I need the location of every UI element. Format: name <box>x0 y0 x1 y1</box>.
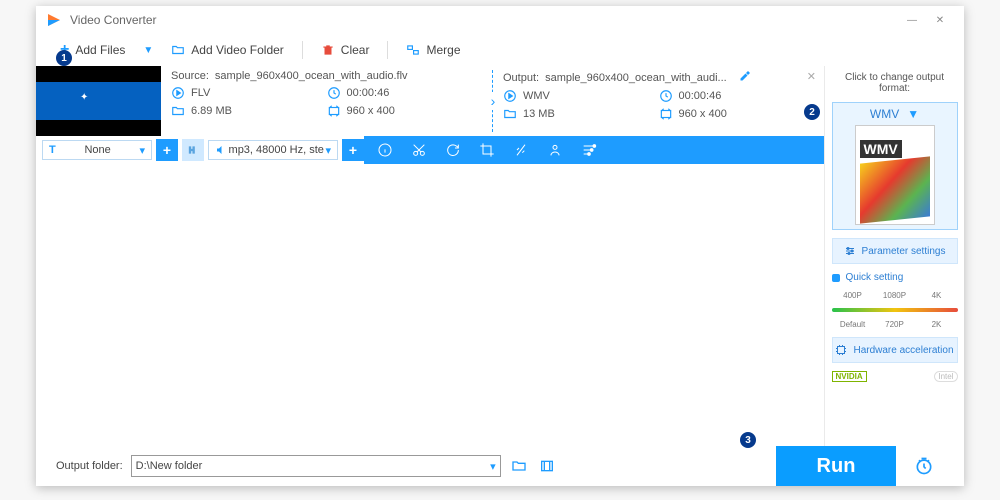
output-folder-label: Output folder: <box>56 460 123 472</box>
crop-icon[interactable] <box>478 141 496 159</box>
source-info: Source: sample_960x400_ocean_with_audio.… <box>161 66 492 136</box>
output-format-selector[interactable]: WMV ▼ WMV <box>832 102 958 230</box>
format-value: WMV <box>870 107 899 121</box>
subtitle-select[interactable]: T None ▾ <box>42 140 152 160</box>
src-format: FLV <box>191 87 210 99</box>
out-resolution: 960 x 400 <box>679 108 727 120</box>
edit-output-name-icon[interactable] <box>739 70 751 85</box>
src-size: 6.89 MB <box>191 105 232 117</box>
output-label: Output: <box>503 72 539 84</box>
callout-1: 1 <box>56 50 72 66</box>
app-window: 1 2 3 Video Converter — ✕ + Add Files ▼ … <box>36 6 964 486</box>
subtitle-value: None <box>84 144 110 156</box>
parameter-settings-button[interactable]: Parameter settings <box>832 238 958 264</box>
add-files-dropdown[interactable]: ▼ <box>139 45 157 56</box>
quick-setting-slider[interactable] <box>832 308 958 312</box>
hw-label: Hardware acceleration <box>853 345 953 356</box>
main-toolbar: + Add Files ▼ Add Video Folder Clear Mer… <box>36 34 964 66</box>
out-format: WMV <box>523 90 550 102</box>
src-duration: 00:00:46 <box>347 87 390 99</box>
nvidia-badge: NVIDIA <box>832 371 867 382</box>
out-size: 13 MB <box>523 108 555 120</box>
intel-badge: Intel <box>934 371 957 382</box>
remove-clip-button[interactable]: ✕ <box>807 70 816 83</box>
run-button[interactable]: Run <box>776 446 896 486</box>
window-minimize[interactable]: — <box>898 10 926 30</box>
gpu-row: NVIDIA Intel <box>832 371 958 382</box>
output-folder-field[interactable]: D:\New folder ▾ <box>131 455 501 477</box>
open-output-button[interactable] <box>537 456 557 476</box>
add-folder-button[interactable]: Add Video Folder <box>167 41 288 59</box>
title-bar: Video Converter — ✕ <box>36 6 964 34</box>
right-sidebar: Click to change output format: WMV ▼ WMV… <box>824 66 964 446</box>
adjust-icon[interactable] <box>580 141 598 159</box>
add-folder-label: Add Video Folder <box>191 43 284 57</box>
bottom-bar: Output folder: D:\New folder ▾ Run <box>36 446 964 486</box>
browse-folder-button[interactable] <box>509 456 529 476</box>
out-duration: 00:00:46 <box>679 90 722 102</box>
run-label: Run <box>817 455 856 478</box>
src-resolution: 960 x 400 <box>347 105 395 117</box>
source-filename: sample_960x400_ocean_with_audio.flv <box>215 70 408 82</box>
rotate-icon[interactable] <box>444 141 462 159</box>
format-heading: Click to change output format: <box>829 72 960 94</box>
watermark-icon[interactable] <box>546 141 564 159</box>
app-title: Video Converter <box>70 13 157 27</box>
dropdown-icon: ▾ <box>490 460 496 473</box>
app-logo-icon <box>46 12 62 28</box>
clear-label: Clear <box>341 43 370 57</box>
output-filename: sample_960x400_ocean_with_audi... <box>545 72 727 84</box>
add-subtitle-button[interactable]: + <box>156 139 178 161</box>
merge-label: Merge <box>426 43 460 57</box>
clip-tool-strip: T None ▾ + H mp3, 48000 Hz, ste ▾ + <box>36 136 824 164</box>
param-label: Parameter settings <box>862 246 946 257</box>
audio-track-select[interactable]: mp3, 48000 Hz, ste ▾ <box>208 140 338 160</box>
subtitle-extra-button[interactable]: H <box>182 139 204 161</box>
output-info: ✕ Output: sample_960x400_ocean_with_audi… <box>493 66 824 136</box>
clip-row: ✦ Source: sample_960x400_ocean_with_audi… <box>36 66 824 136</box>
cut-icon[interactable] <box>410 141 428 159</box>
add-files-label: Add Files <box>75 43 125 57</box>
info-icon[interactable] <box>376 141 394 159</box>
merge-button[interactable]: Merge <box>402 41 464 59</box>
hardware-accel-button[interactable]: Hardware acceleration <box>832 337 958 363</box>
quick-setting-labels-top: 400P1080P4K <box>832 291 958 300</box>
window-close[interactable]: ✕ <box>926 10 954 30</box>
output-folder-path: D:\New folder <box>136 460 203 472</box>
quick-setting-title: Quick setting <box>832 272 958 283</box>
clip-thumbnail[interactable]: ✦ <box>36 66 161 136</box>
svg-text:H: H <box>189 146 195 155</box>
chevron-down-icon: ▼ <box>907 107 919 121</box>
effects-icon[interactable] <box>512 141 530 159</box>
clear-button[interactable]: Clear <box>317 41 374 59</box>
callout-2: 2 <box>804 104 820 120</box>
audio-track-value: mp3, 48000 Hz, ste <box>229 144 324 156</box>
schedule-button[interactable] <box>904 446 944 486</box>
callout-3: 3 <box>740 432 756 448</box>
format-preview: WMV <box>855 125 935 225</box>
add-audio-button[interactable]: + <box>342 139 364 161</box>
quick-setting-labels-bottom: Default720P2K <box>832 320 958 329</box>
format-preview-label: WMV <box>860 140 902 158</box>
source-label: Source: <box>171 70 209 82</box>
